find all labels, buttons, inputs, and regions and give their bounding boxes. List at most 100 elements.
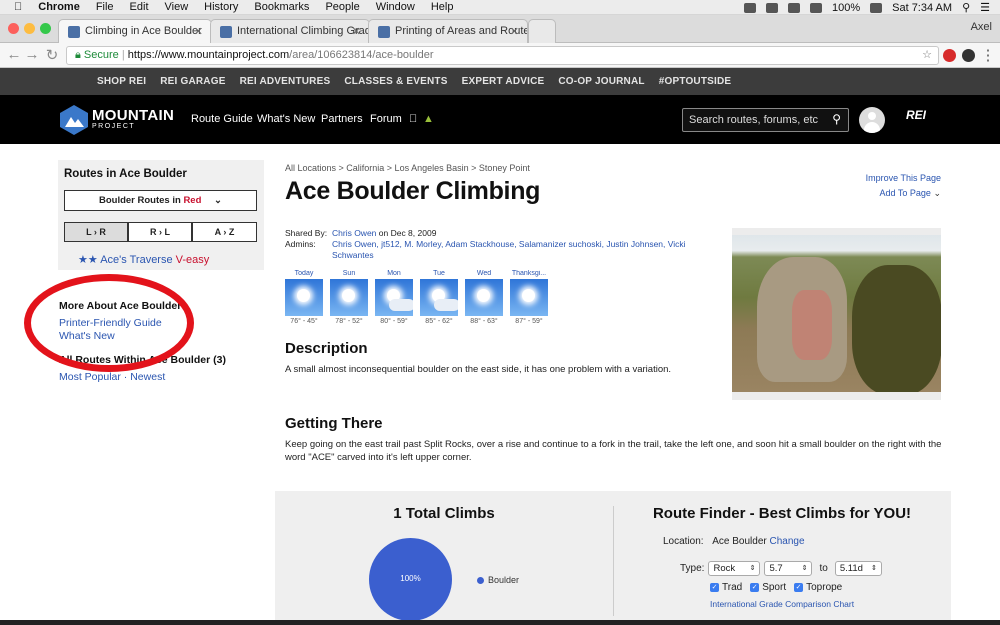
menu-people[interactable]: People <box>325 1 359 13</box>
weather-day[interactable]: Thanksgi... 87° - 59° <box>510 270 548 325</box>
forward-icon[interactable]: → <box>24 46 40 63</box>
link-separator: · <box>123 371 128 383</box>
extension-icon[interactable] <box>962 49 975 62</box>
avatar[interactable] <box>859 107 885 133</box>
apple-app-icon[interactable]:  <box>409 113 417 125</box>
close-tab-icon[interactable]: ✕ <box>194 25 203 38</box>
trad-checkbox[interactable]: ✓ Trad <box>710 582 742 593</box>
minimize-window-button[interactable] <box>24 23 35 34</box>
grade-from-select[interactable]: 5.7 ⇕ <box>764 561 813 576</box>
shared-by-user-link[interactable]: Chris Owen <box>332 228 376 238</box>
rei-nav-optoutside[interactable]: #OPTOUTSIDE <box>659 76 732 87</box>
grade-to-select[interactable]: 5.11d ⇕ <box>834 561 882 576</box>
nav-forum[interactable]: Forum <box>370 113 402 125</box>
newest-link[interactable]: Newest <box>130 371 165 383</box>
apple-menu-icon[interactable]:  <box>14 1 22 13</box>
close-window-button[interactable] <box>8 23 19 34</box>
most-popular-link[interactable]: Most Popular <box>59 371 121 383</box>
breadcrumb[interactable]: All Locations > California > Los Angeles… <box>285 163 530 173</box>
admins-links[interactable]: Chris Owen, jt512, M. Morley, Adam Stack… <box>332 239 692 261</box>
location-row: Location: Ace Boulder Change <box>663 536 805 547</box>
clock[interactable]: Sat 7:34 AM <box>892 2 952 14</box>
tab-climbing-ace-boulder[interactable]: Climbing in Ace Boulder ✕ <box>58 19 212 44</box>
rei-nav-journal[interactable]: CO-OP JOURNAL <box>558 76 644 87</box>
android-app-icon[interactable]: ▲ <box>423 113 434 125</box>
menu-history[interactable]: History <box>204 1 238 13</box>
weather-day[interactable]: Mon 80° - 59° <box>375 270 413 325</box>
zoom-window-button[interactable] <box>40 23 51 34</box>
boulder-photo[interactable] <box>732 235 941 392</box>
tab-title: Printing of Areas and Routes a <box>395 25 527 37</box>
rei-nav-garage[interactable]: REI GARAGE <box>160 76 225 87</box>
grade-comparison-link[interactable]: International Grade Comparison Chart <box>710 599 854 609</box>
reload-icon[interactable]: ↻ <box>44 46 60 64</box>
browser-profile[interactable]: Axel <box>971 21 992 33</box>
sort-left-right-button[interactable]: L › R <box>64 222 128 242</box>
menu-bookmarks[interactable]: Bookmarks <box>254 1 309 13</box>
routes-sidebar-box: Routes in Ace Boulder Boulder Routes in … <box>58 160 264 270</box>
menu-help[interactable]: Help <box>431 1 454 13</box>
weather-day[interactable]: Wed 88° - 63° <box>465 270 503 325</box>
adblock-extension-icon[interactable] <box>943 49 956 62</box>
getting-there-text: Keep going on the east trail past Split … <box>285 439 942 463</box>
page-title: Ace Boulder Climbing <box>285 177 541 205</box>
weather-day[interactable]: Sun 78° - 52° <box>330 270 368 325</box>
weather-day-label: Sun <box>342 270 356 277</box>
close-tab-icon[interactable]: ✕ <box>352 25 361 38</box>
pie-slice-label: 100% <box>400 574 421 583</box>
menu-app-name[interactable]: Chrome <box>38 1 80 13</box>
toprope-checkbox[interactable]: ✓ Toprope <box>794 582 842 593</box>
cloud-icon[interactable] <box>765 2 778 13</box>
wifi-icon[interactable] <box>809 2 822 13</box>
search-input[interactable] <box>683 109 823 131</box>
site-search: ⚲ <box>682 108 849 132</box>
chrome-menu-icon[interactable]: ⋮ <box>980 46 996 64</box>
search-icon[interactable]: ⚲ <box>962 1 970 14</box>
menu-window[interactable]: Window <box>376 1 415 13</box>
weather-day[interactable]: Today 76° - 45° <box>285 270 323 325</box>
improve-page-link[interactable]: Improve This Page <box>866 173 941 183</box>
route-list-item[interactable]: ★★ Ace's Traverse V-easy <box>78 253 209 266</box>
route-link[interactable]: Ace's Traverse <box>100 254 172 266</box>
weather-day-label: Wed <box>476 270 492 277</box>
checkmark-icon: ✓ <box>794 582 804 592</box>
search-icon[interactable]: ⚲ <box>832 112 841 126</box>
sport-checkbox[interactable]: ✓ Sport <box>750 582 786 593</box>
add-to-page-dropdown[interactable]: Add To Page ⌄ <box>880 188 941 199</box>
nav-route-guide[interactable]: Route Guide <box>191 113 253 125</box>
menu-edit[interactable]: Edit <box>130 1 149 13</box>
site-logo-text[interactable]: MOUNTAIN <box>92 107 174 124</box>
lock-icon: 🔒︎ <box>75 49 81 61</box>
weather-day[interactable]: Tue 85° - 62° <box>420 270 458 325</box>
tray-icon[interactable] <box>743 2 756 13</box>
back-icon[interactable]: ← <box>6 46 22 63</box>
close-tab-icon[interactable]: ✕ <box>510 25 519 38</box>
battery-icon[interactable] <box>870 2 883 13</box>
menu-list-icon[interactable]: ☰ <box>980 1 990 14</box>
rei-coop-logo[interactable]: REI <box>906 108 926 122</box>
sort-a-z-button[interactable]: A › Z <box>192 222 257 242</box>
route-type-select[interactable]: Boulder Routes in Red ⌄ <box>64 190 257 211</box>
rei-nav-adventures[interactable]: REI ADVENTURES <box>240 76 331 87</box>
menu-view[interactable]: View <box>165 1 189 13</box>
weather-day-label: Today <box>294 270 314 277</box>
tab-international-grade[interactable]: International Climbing Grade C ✕ <box>210 19 370 43</box>
nav-partners[interactable]: Partners <box>321 113 363 125</box>
partly-cloudy-weather-icon <box>375 279 413 316</box>
url-field[interactable]: 🔒︎ Secure | https://www.mountainproject.… <box>66 46 939 65</box>
weather-temp: 78° - 52° <box>335 318 363 325</box>
bookmark-star-icon[interactable]: ☆ <box>922 47 932 64</box>
rei-nav-classes[interactable]: CLASSES & EVENTS <box>344 76 447 87</box>
mountain-project-logo-icon[interactable] <box>60 105 88 135</box>
change-location-link[interactable]: Change <box>770 536 805 547</box>
rei-nav-expert-advice[interactable]: EXPERT ADVICE <box>462 76 545 87</box>
nav-whats-new[interactable]: What's New <box>257 113 315 125</box>
tab-printing-areas[interactable]: Printing of Areas and Routes a ✕ <box>368 19 528 43</box>
type-select[interactable]: Rock ⇕ <box>708 561 761 576</box>
tray-icon[interactable] <box>787 2 800 13</box>
rei-nav-shop[interactable]: SHOP REI <box>97 76 146 87</box>
site-logo-subtext: PROJECT <box>92 123 136 130</box>
menu-file[interactable]: File <box>96 1 114 13</box>
sort-right-left-button[interactable]: R › L <box>128 222 192 242</box>
new-tab-button[interactable] <box>528 19 556 43</box>
